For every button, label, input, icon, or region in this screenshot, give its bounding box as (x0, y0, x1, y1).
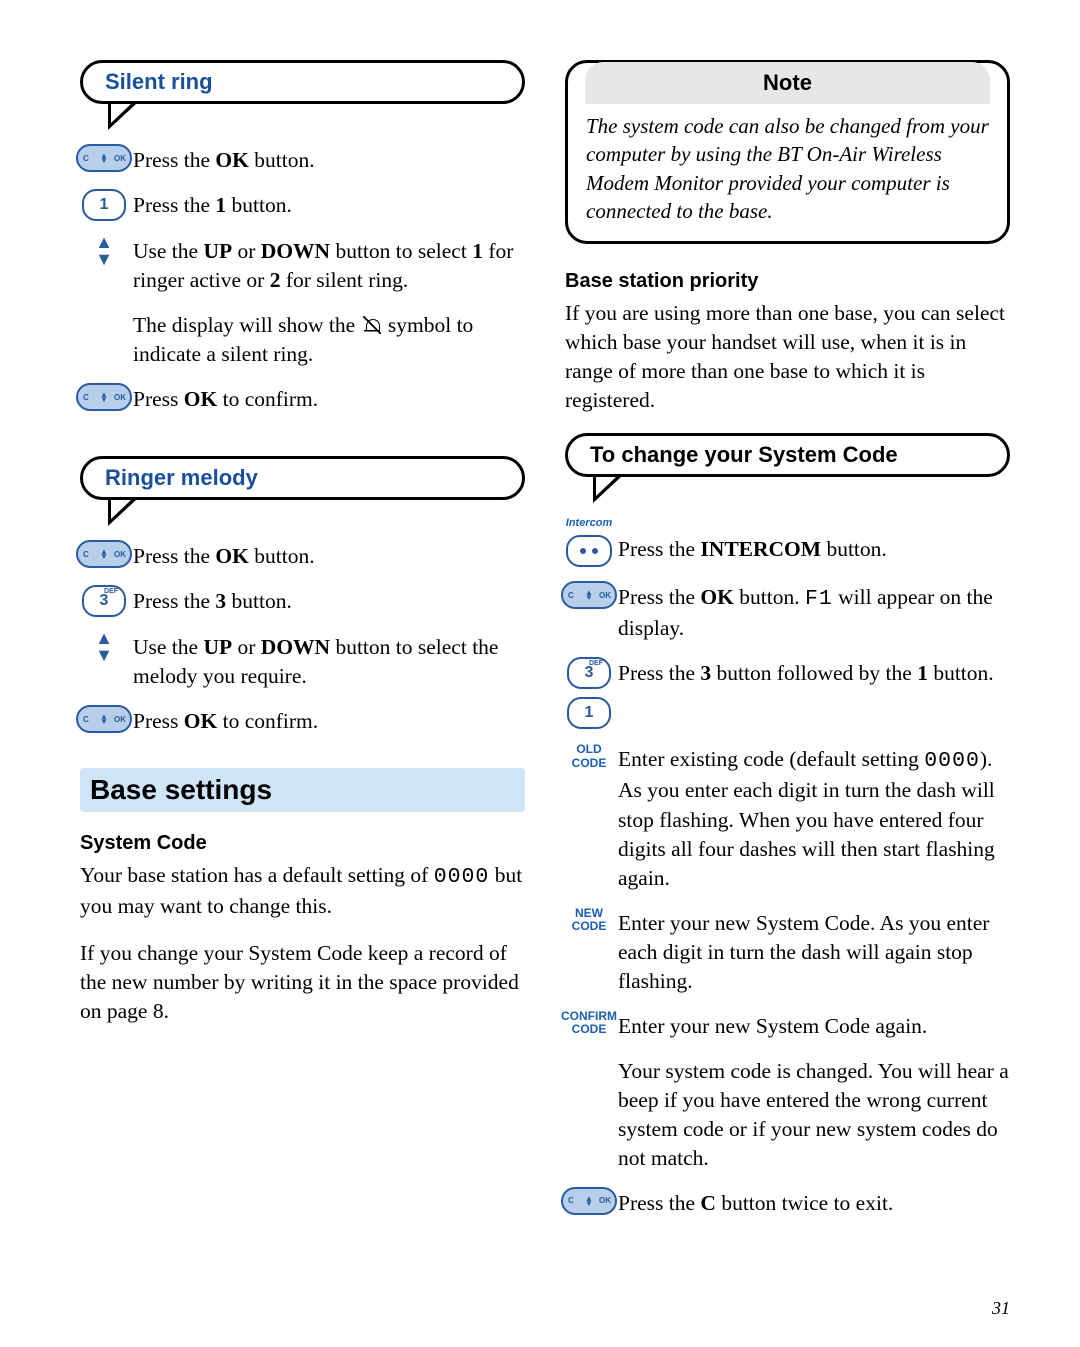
page-number: 31 (992, 1298, 1010, 1319)
note-title: Note (585, 62, 990, 104)
ok-key-icon: C ▲▼ OK (561, 1187, 617, 1215)
confirm-code-label: CONFIRM CODE (560, 1010, 618, 1036)
updown-icon: ▲▼ (95, 631, 113, 662)
bell-icon (363, 316, 381, 334)
intercom-key-icon (566, 535, 612, 567)
system-code-subhead: System Code (80, 832, 525, 855)
ok-key-icon: C ▲▼ OK (76, 705, 132, 733)
base-settings-heading: Base settings (80, 768, 525, 812)
right-column: Note The system code can also be changed… (565, 60, 1010, 1232)
key-1-icon: 1 (567, 697, 611, 729)
change-code-steps: Intercom Press the INTERCOM button. C ▲▼… (560, 517, 1010, 1217)
note-box: Note The system code can also be changed… (565, 60, 1010, 244)
ok-key-icon: C ▲▼ OK (76, 383, 132, 411)
old-code-label: OLD CODE (560, 743, 618, 769)
step-text: Press the OK button. (133, 144, 525, 175)
step-text: Press the 1 button. (133, 189, 525, 220)
base-priority-subhead: Base station priority (565, 270, 1010, 293)
body-text: If you change your System Code keep a re… (80, 939, 525, 1026)
body-text: Your base station has a default setting … (80, 861, 525, 921)
silent-ring-heading: Silent ring (80, 60, 525, 104)
note-body: The system code can also be changed from… (586, 112, 989, 225)
updown-icon: ▲▼ (95, 235, 113, 266)
new-code-label: NEW CODE (560, 907, 618, 933)
key-3-icon: DEF3 (567, 657, 611, 689)
ok-key-icon: C ▲▼ OK (76, 540, 132, 568)
intercom-label: Intercom (566, 517, 612, 529)
key-3-icon: DEF3 (82, 585, 126, 617)
ringer-melody-steps: C ▲▼ OK Press the OK button. DEF3 Press … (75, 540, 525, 736)
change-system-code-heading: To change your System Code (565, 433, 1010, 477)
left-column: Silent ring C ▲▼ OK Press the OK button. (80, 60, 525, 1232)
step-text: Use the UP or DOWN button to select 1 fo… (133, 235, 525, 295)
body-text: If you are using more than one base, you… (565, 299, 1010, 415)
ok-key-icon: C ▲▼ OK (561, 581, 617, 609)
silent-ring-steps: C ▲▼ OK Press the OK button. 1 Press the… (75, 144, 525, 414)
key-1-icon: 1 (82, 189, 126, 221)
step-text: The display will show the symbol to indi… (133, 309, 525, 369)
step-text: Press OK to confirm. (133, 383, 525, 414)
ringer-melody-heading: Ringer melody (80, 456, 525, 500)
ok-key-icon: C ▲▼ OK (76, 144, 132, 172)
